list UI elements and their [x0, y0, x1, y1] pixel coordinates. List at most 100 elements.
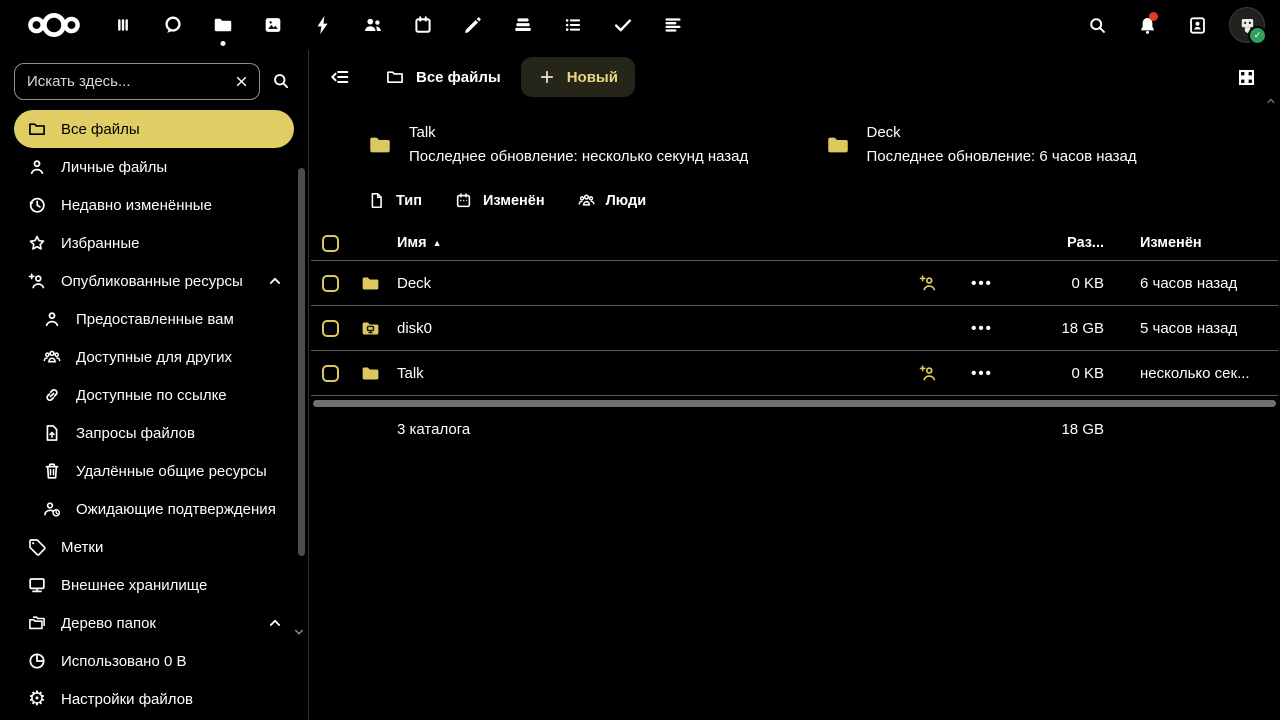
file-list-header: Имя ▲ Раз... Изменён	[311, 226, 1278, 261]
sidebar-item-files-settings[interactable]: ⚙Настройки файлов	[14, 680, 294, 718]
contacts-menu-button[interactable]	[1172, 0, 1222, 50]
share-button[interactable]	[902, 363, 954, 383]
files-main: Все файлы Новый Talk Последнее обновлени…	[309, 50, 1280, 720]
row-checkbox[interactable]	[322, 365, 339, 382]
chip-label: Люди	[606, 193, 646, 209]
close-icon	[233, 73, 250, 90]
main-scroll-up-icon[interactable]	[1264, 94, 1278, 108]
app-dashboard[interactable]	[98, 0, 148, 50]
sort-by-size-button[interactable]: Раз...	[1067, 235, 1104, 251]
tag-icon	[27, 537, 47, 557]
external-folder-icon	[359, 318, 382, 339]
file-name: Talk	[397, 365, 902, 382]
actions-menu-button[interactable]: •••	[954, 275, 1010, 292]
actions-menu-button[interactable]: •••	[954, 365, 1010, 382]
nextcloud-logo-icon	[25, 11, 83, 39]
app-approvals[interactable]	[598, 0, 648, 50]
filter-people-chip[interactable]: Люди	[577, 191, 646, 210]
file-list-summary: 3 каталога 18 GB	[311, 407, 1278, 451]
user-menu-button[interactable]: ✓	[1222, 0, 1272, 50]
sort-by-name-button[interactable]: Имя	[397, 235, 427, 251]
file-size: 0 KB	[1010, 365, 1114, 382]
active-app-dot	[221, 41, 226, 46]
sidebar-item-folder-tree[interactable]: Дерево папок	[14, 604, 294, 642]
file-modified: 5 часов назад	[1114, 320, 1272, 337]
app-menu	[98, 0, 698, 50]
dashboard-icon	[112, 14, 134, 36]
table-row[interactable]: Talk ••• 0 KB несколько сек...	[311, 351, 1278, 396]
gear-icon: ⚙	[27, 689, 47, 709]
grid-view-button[interactable]	[1226, 57, 1266, 97]
sidebar-item-pending-shares[interactable]: Ожидающие подтверждения	[14, 490, 294, 528]
sort-ascending-icon: ▲	[433, 239, 442, 248]
recommended-card-talk[interactable]: Talk Последнее обновление: несколько сек…	[365, 124, 823, 165]
recommended-subtitle: Последнее обновление: несколько секунд н…	[409, 148, 748, 165]
share-button[interactable]	[902, 273, 954, 293]
sidebar-item-recent[interactable]: Недавно изменённые	[14, 186, 294, 224]
notifications-button[interactable]	[1122, 0, 1172, 50]
app-deck[interactable]	[498, 0, 548, 50]
app-photos[interactable]	[248, 0, 298, 50]
sidebar-item-external-storage[interactable]: Внешнее хранилище	[14, 566, 294, 604]
folder-icon	[385, 67, 405, 87]
sidebar-item-deleted-shares[interactable]: Удалённые общие ресурсы	[14, 452, 294, 490]
search-submit-button[interactable]	[260, 60, 302, 102]
calendar-icon	[454, 191, 473, 210]
sidebar-item-label: Все файлы	[61, 121, 140, 138]
horizontal-scrollbar[interactable]	[313, 400, 1276, 407]
actions-menu-button[interactable]: •••	[954, 320, 1010, 337]
folder-icon	[359, 363, 382, 384]
filter-type-chip[interactable]: Тип	[367, 191, 422, 210]
file-size: 18 GB	[1010, 320, 1114, 337]
sidebar-item-tags[interactable]: Метки	[14, 528, 294, 566]
app-files[interactable]	[198, 0, 248, 50]
sidebar-item-label: Использовано 0 B	[61, 653, 187, 670]
sidebar-item-file-requests[interactable]: Запросы файлов	[14, 414, 294, 452]
app-activity[interactable]	[298, 0, 348, 50]
search-input[interactable]	[14, 63, 260, 100]
avatar: ✓	[1229, 7, 1265, 43]
breadcrumb[interactable]: Все файлы	[385, 67, 501, 87]
sidebar-item-shared-with-you[interactable]: Предоставленные вам	[14, 300, 294, 338]
sidebar-item-shares[interactable]: Опубликованные ресурсы	[14, 262, 294, 300]
sidebar-item-label: Ожидающие подтверждения	[76, 501, 276, 518]
table-row[interactable]: Deck ••• 0 KB 6 часов назад	[311, 261, 1278, 306]
sidebar-item-label: Метки	[61, 539, 103, 556]
sidebar-item-all-files[interactable]: Все файлы	[14, 110, 294, 148]
file-modified: 6 часов назад	[1114, 275, 1272, 292]
unified-search-button[interactable]	[1072, 0, 1122, 50]
nextcloud-logo[interactable]	[14, 11, 94, 39]
select-all-checkbox[interactable]	[322, 235, 339, 252]
sidebar-item-label: Личные файлы	[61, 159, 167, 176]
app-contacts[interactable]	[348, 0, 398, 50]
sort-by-modified-button[interactable]: Изменён	[1140, 235, 1202, 251]
person-icon	[27, 157, 47, 177]
recommended-card-deck[interactable]: Deck Последнее обновление: 6 часов назад	[823, 124, 1280, 165]
sidebar-item-shared-by-link[interactable]: Доступные по ссылке	[14, 376, 294, 414]
history-icon	[27, 195, 47, 215]
sidebar-scroll-down-icon[interactable]	[291, 624, 307, 640]
file-upload-icon	[42, 423, 62, 443]
toggle-sidebar-button[interactable]	[321, 58, 359, 96]
app-talk[interactable]	[148, 0, 198, 50]
clear-search-button[interactable]	[230, 70, 252, 92]
app-text[interactable]	[648, 0, 698, 50]
app-notes[interactable]	[448, 0, 498, 50]
filter-chips: Тип Изменён Люди	[309, 191, 1280, 210]
row-checkbox[interactable]	[322, 275, 339, 292]
sidebar-item-shared-with-others[interactable]: Доступные для других	[14, 338, 294, 376]
sidebar-item-favorites[interactable]: Избранные	[14, 224, 294, 262]
table-row[interactable]: disk0 ••• 18 GB 5 часов назад	[311, 306, 1278, 351]
new-button[interactable]: Новый	[521, 57, 635, 97]
trash-icon	[42, 461, 62, 481]
sidebar-item-personal-files[interactable]: Личные файлы	[14, 148, 294, 186]
chevron-up-icon	[265, 613, 285, 633]
collapse-shares-button[interactable]	[264, 270, 286, 292]
sidebar-search-row	[14, 60, 302, 102]
app-tasks[interactable]	[548, 0, 598, 50]
collapse-folder-tree-button[interactable]	[264, 612, 286, 634]
row-checkbox[interactable]	[322, 320, 339, 337]
sidebar-scrollbar-thumb[interactable]	[298, 168, 305, 556]
app-calendar[interactable]	[398, 0, 448, 50]
filter-modified-chip[interactable]: Изменён	[454, 191, 545, 210]
